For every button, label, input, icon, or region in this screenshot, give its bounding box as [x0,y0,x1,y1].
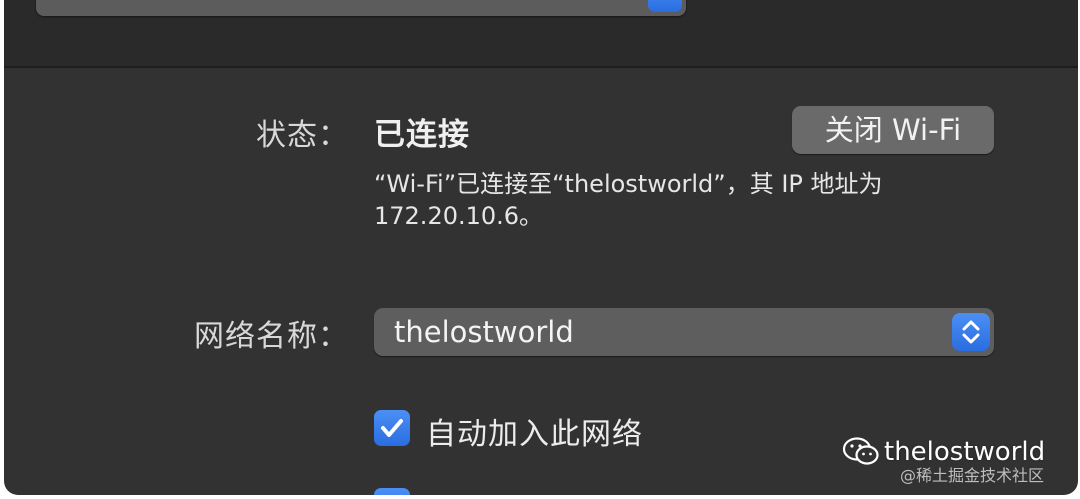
network-name-select[interactable]: thelostworld [374,308,994,356]
next-checkbox-partial[interactable] [374,488,410,495]
network-name-label: 网络名称： [194,319,349,354]
network-name-value: thelostworld [394,315,574,349]
watermark-subtitle: @稀土掘金技术社区 [900,466,1045,485]
wifi-settings-panel: 状态： 已连接 关闭 Wi-Fi “Wi-Fi”已连接至“thelostworl… [4,0,1078,495]
top-section [4,0,1078,68]
auto-join-checkbox[interactable] [374,410,410,446]
auto-join-label: 自动加入此网络 [426,417,643,452]
up-down-chevron-icon[interactable] [952,313,990,351]
top-popup-button[interactable] [36,0,686,16]
description-line-1: “Wi-Fi”已连接至“thelostworld”，其 IP 地址为 [374,170,883,198]
description-line-2: 172.20.10.6。 [374,202,544,230]
status-label: 状态： [256,118,349,153]
connection-description: “Wi-Fi”已连接至“thelostworld”，其 IP 地址为 172.2… [374,168,974,232]
turn-off-wifi-button[interactable]: 关闭 Wi-Fi [792,106,994,154]
status-value: 已连接 [374,117,470,153]
popup-stepper-icon [648,0,682,12]
checkmark-icon [381,419,403,437]
wechat-icon [842,437,879,465]
